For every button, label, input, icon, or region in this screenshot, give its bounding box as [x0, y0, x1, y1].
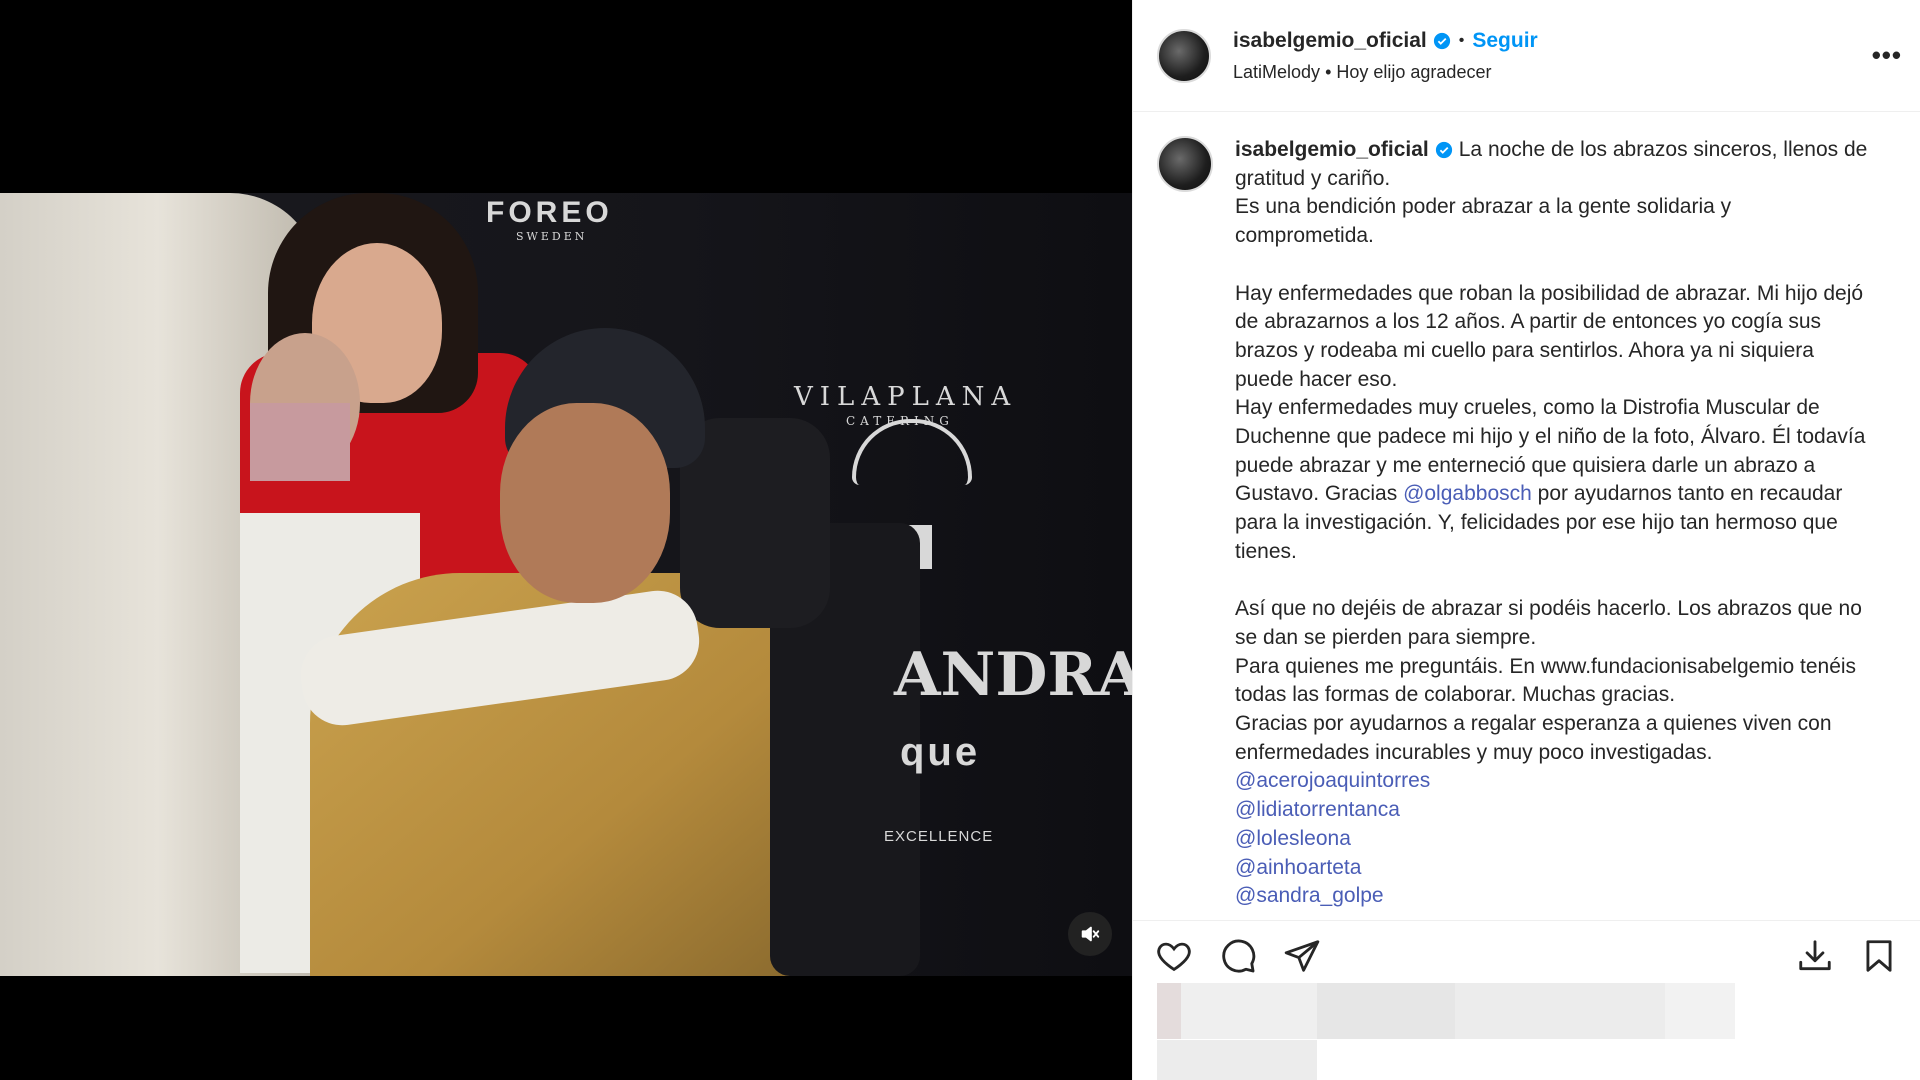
verified-icon	[1435, 141, 1452, 159]
download-icon[interactable]	[1796, 937, 1834, 975]
backdrop-text: CATERING	[846, 414, 954, 428]
mute-button[interactable]	[1068, 912, 1112, 956]
bookmark-icon[interactable]	[1860, 937, 1898, 975]
avatar[interactable]	[1157, 28, 1211, 83]
mention-link[interactable]: @olgabbosch	[1403, 482, 1532, 505]
heart-icon[interactable]	[1155, 937, 1193, 975]
follow-button[interactable]: Seguir	[1472, 29, 1537, 53]
mention-link[interactable]: @acerojoaquintorres	[1235, 767, 1875, 796]
more-options-button[interactable]: •••	[1872, 40, 1902, 71]
post-sidebar: isabelgemio_oficial • Seguir LatiMelody …	[1132, 0, 1920, 1080]
video-frame[interactable]	[0, 193, 1132, 976]
caption-paragraph: Hay enfermedades muy crueles, como la Di…	[1235, 396, 1866, 563]
caption-paragraph: Hay enfermedades que roban la posibilida…	[1235, 281, 1864, 391]
caption-avatar[interactable]	[1157, 136, 1213, 192]
backdrop-text: que	[900, 730, 981, 774]
sponsor-logo	[852, 419, 972, 485]
backdrop-text: VILAPLANA	[794, 382, 1018, 412]
caption-paragraph: Así que no dejéis de abrazar si podéis h…	[1235, 597, 1862, 649]
audio-track[interactable]: Hoy elijo agradecer	[1336, 62, 1491, 82]
caption: isabelgemio_oficial La noche de los abraz…	[1157, 136, 1894, 911]
likes-count-blurred	[1157, 983, 1735, 1039]
action-bar	[1133, 920, 1920, 990]
backdrop-text: EXCELLENCE	[884, 828, 994, 845]
backdrop-text: ANDRA	[894, 640, 1132, 710]
caption-paragraph: Para quienes me preguntáis. En www.funda…	[1235, 654, 1857, 707]
mention-link[interactable]: @sandra_golpe	[1235, 882, 1875, 911]
caption-paragraph: Gracias por ayudarnos a regalar esperanz…	[1235, 712, 1832, 764]
comments-area[interactable]: isabelgemio_oficial La noche de los abraz…	[1133, 112, 1920, 920]
post-header: isabelgemio_oficial • Seguir LatiMelody …	[1133, 0, 1920, 112]
man-face	[500, 403, 670, 603]
audio-artist[interactable]: LatiMelody	[1233, 62, 1320, 82]
blurred-face	[250, 403, 350, 481]
caption-line: Es una bendición poder abrazar a la gent…	[1235, 195, 1732, 248]
mention-link[interactable]: @lolesleona	[1235, 825, 1875, 854]
mute-icon	[1081, 926, 1100, 942]
share-icon[interactable]	[1283, 937, 1321, 975]
backdrop-text: FOREO	[486, 196, 613, 229]
caption-text: isabelgemio_oficial La noche de los abraz…	[1235, 136, 1875, 911]
likes-detail-blurred	[1157, 1040, 1317, 1080]
caption-username[interactable]: isabelgemio_oficial	[1235, 138, 1429, 161]
instagram-post: FOREO SWEDEN VILAPLANA CATERING ANDRA qu…	[0, 0, 1920, 1080]
mention-link[interactable]: @ainhoarteta	[1235, 854, 1875, 883]
comment-icon[interactable]	[1219, 937, 1257, 975]
verified-icon	[1433, 32, 1450, 49]
separator-dot: •	[1458, 31, 1465, 49]
post-media[interactable]: FOREO SWEDEN VILAPLANA CATERING ANDRA qu…	[0, 0, 1132, 1080]
mention-link[interactable]: @lidiatorrentanca	[1235, 796, 1875, 825]
backdrop-text: SWEDEN	[516, 230, 588, 243]
header-username[interactable]: isabelgemio_oficial	[1233, 29, 1427, 53]
separator-dot: •	[1325, 61, 1337, 82]
